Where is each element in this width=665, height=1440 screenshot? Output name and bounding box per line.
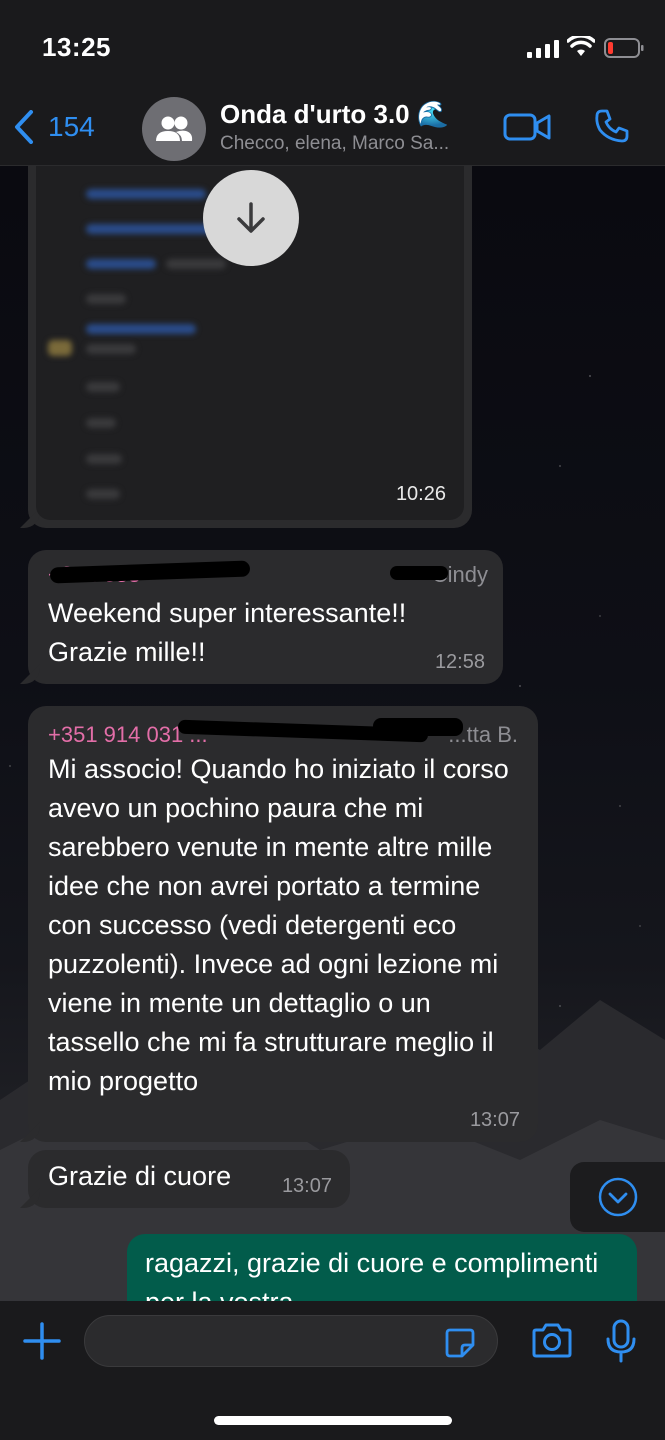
chevron-down-circle-icon xyxy=(598,1177,637,1217)
arrow-down-icon xyxy=(237,202,265,233)
home-indicator xyxy=(214,1416,452,1425)
scroll-to-bottom-button[interactable] xyxy=(570,1162,665,1232)
message-text: Weekend super interessante!! Grazie mill… xyxy=(48,598,407,667)
message-text: Grazie di cuore xyxy=(48,1161,232,1191)
battery-icon xyxy=(604,38,644,58)
incoming-message[interactable]: +3 ... 553 Cindy Weekend super interessa… xyxy=(28,550,503,684)
incoming-message[interactable]: Grazie di cuore 13:07 xyxy=(28,1150,350,1208)
status-time: 13:25 xyxy=(42,32,111,62)
group-avatar[interactable] xyxy=(142,97,206,161)
wifi-icon xyxy=(567,36,595,56)
message-time: 12:58 xyxy=(434,651,485,673)
download-button[interactable] xyxy=(203,170,299,266)
phone-icon[interactable] xyxy=(594,108,630,144)
group-members[interactable]: Checco, elena, Marco Sa... xyxy=(220,133,449,155)
compose-bar xyxy=(0,1301,665,1440)
message-time: 13:07 xyxy=(469,1109,520,1131)
redaction xyxy=(390,566,448,580)
signal-icon xyxy=(527,40,559,58)
message-list[interactable]: 10:26 +3 ... 553 Cindy Weekend super int… xyxy=(0,166,665,1301)
sticker-icon[interactable] xyxy=(444,1327,476,1359)
message-time: 13:07 xyxy=(281,1175,332,1197)
status-bar: 13:25 xyxy=(0,0,665,95)
incoming-message[interactable]: +351 914 031 ... ~ ...tta B. Mi associo!… xyxy=(28,706,538,1142)
message-input[interactable] xyxy=(84,1315,498,1367)
video-call-icon[interactable] xyxy=(503,111,551,143)
unread-count: 154 xyxy=(48,111,95,142)
message-time: 10:26 xyxy=(395,483,446,505)
group-icon xyxy=(156,116,193,141)
plus-icon[interactable] xyxy=(22,1321,62,1361)
chat-header: 154 Onda d'urto 3.0 🌊 Checco, elena, Mar… xyxy=(0,95,665,166)
group-name[interactable]: Onda d'urto 3.0 🌊 xyxy=(220,99,449,130)
redaction xyxy=(373,718,463,736)
message-text: Mi associo! Quando ho iniziato il corso … xyxy=(48,754,509,1096)
back-button[interactable]: 154 xyxy=(14,107,95,147)
microphone-icon[interactable] xyxy=(604,1319,638,1363)
outgoing-message[interactable]: ragazzi, grazie di cuore e complimenti p… xyxy=(127,1234,637,1301)
camera-icon[interactable] xyxy=(530,1323,574,1359)
message-text: ragazzi, grazie di cuore e complimenti p… xyxy=(145,1248,599,1301)
chevron-left-icon xyxy=(15,110,33,144)
